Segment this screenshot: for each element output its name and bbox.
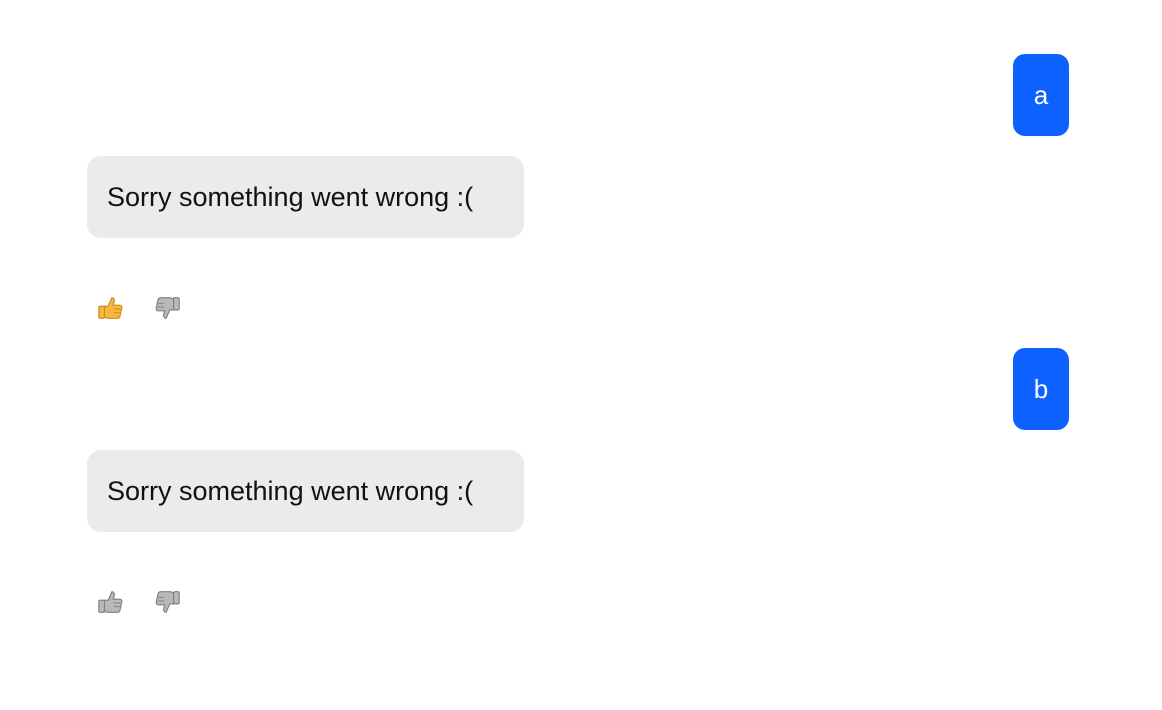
thumbs-up-icon (98, 591, 123, 613)
user-message-bubble: a (1013, 54, 1069, 136)
feedback-bar (95, 584, 183, 620)
assistant-message-bubble: Sorry something went wrong :( (87, 156, 524, 238)
assistant-message-bubble: Sorry something went wrong :( (87, 450, 524, 532)
user-message-text: a (1033, 79, 1049, 110)
thumbs-down-icon (155, 297, 180, 319)
user-message-text: b (1033, 373, 1049, 404)
thumbs-down-button[interactable] (151, 586, 183, 618)
user-message-bubble: b (1013, 348, 1069, 430)
feedback-bar (95, 290, 183, 326)
assistant-message-text: Sorry something went wrong :( (107, 475, 474, 506)
thumbs-up-button[interactable] (95, 292, 127, 324)
chat-thread: a Sorry something went wrong :( b Sorry … (0, 0, 1162, 710)
assistant-message-text: Sorry something went wrong :( (107, 181, 474, 212)
thumbs-down-button[interactable] (151, 292, 183, 324)
thumbs-up-button[interactable] (95, 586, 127, 618)
thumbs-up-icon (98, 297, 123, 319)
thumbs-down-icon (155, 591, 180, 613)
